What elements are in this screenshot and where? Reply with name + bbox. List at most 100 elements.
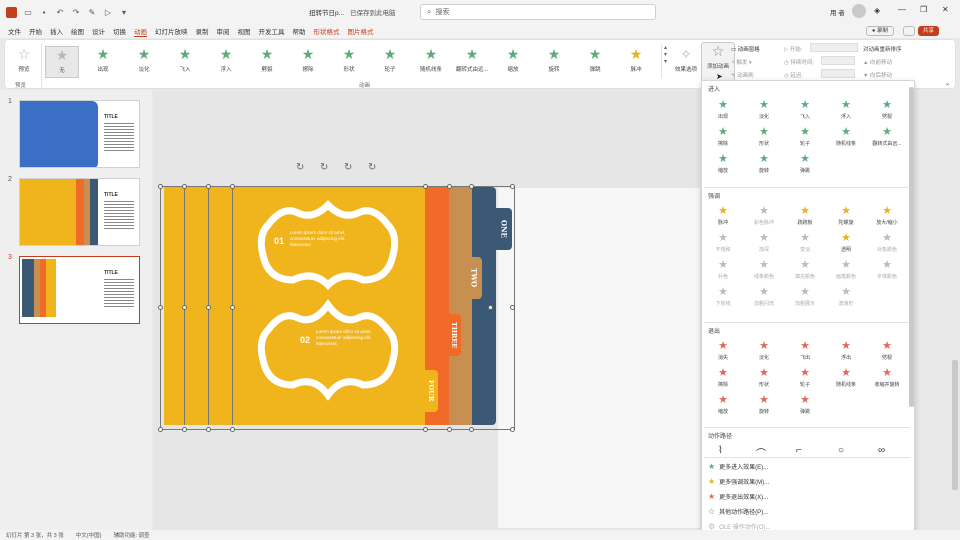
enter-effect-3[interactable]: ★ 浮入 [827, 99, 865, 125]
resize-handle[interactable] [206, 305, 211, 310]
gallery-effect-5[interactable]: ★ 劈裂 [250, 46, 284, 78]
emphasis-effect-3[interactable]: ★ 陀螺旋 [827, 205, 865, 231]
menu-home[interactable]: 开始 [29, 26, 42, 36]
enter-effect-4[interactable]: ★ 劈裂 [868, 99, 906, 125]
gallery-effect-9[interactable]: ★ 随机线条 [414, 46, 448, 78]
exit-effect-8[interactable]: ★ 随机线条 [827, 367, 865, 393]
resize-handle[interactable] [230, 184, 235, 189]
resize-handle[interactable] [206, 427, 211, 432]
lightbulb-icon[interactable]: ◈ [874, 6, 880, 15]
enter-effect-0[interactable]: ★ 出现 [704, 99, 742, 125]
exit-effect-7[interactable]: ★ 轮子 [786, 367, 824, 393]
menu-design[interactable]: 设计 [92, 26, 105, 36]
loop-path-icon[interactable]: ∞ [878, 445, 885, 456]
resize-handle[interactable] [158, 184, 163, 189]
resize-handle[interactable] [206, 184, 211, 189]
emphasis-effect-0[interactable]: ★ 脉冲 [704, 205, 742, 231]
move-later-button[interactable]: ▼ 向后移动 [863, 71, 892, 79]
more-motion-paths[interactable]: ☆ 其他动作路径(P)... [708, 507, 768, 516]
gallery-scroll[interactable]: ▴ ▾ ▾ [661, 44, 669, 78]
gallery-effect-2[interactable]: ★ 淡化 [127, 46, 161, 78]
enter-effect-7[interactable]: ★ 轮子 [786, 126, 824, 152]
menu-help[interactable]: 帮助 [293, 26, 306, 36]
save-icon[interactable]: ▪ [39, 7, 49, 17]
menu-developer[interactable]: 开发工具 [259, 26, 285, 36]
gallery-effect-12[interactable]: ★ 旋转 [537, 46, 571, 78]
gallery-effect-6[interactable]: ★ 擦除 [291, 46, 325, 78]
gallery-effect-11[interactable]: ★ 缩放 [496, 46, 530, 78]
exit-effect-3[interactable]: ★ 浮出 [827, 340, 865, 366]
user-name[interactable]: 用 者 [830, 7, 845, 17]
resize-handle[interactable] [510, 305, 515, 310]
enter-effect-11[interactable]: ★ 旋转 [745, 153, 783, 179]
restore-button[interactable]: ❐ [920, 5, 927, 14]
effect-options-button[interactable]: ✧ 效果选项 [669, 46, 703, 78]
language[interactable]: 中文(中国) [76, 531, 102, 539]
customize-qat-icon[interactable]: ▾ [119, 7, 129, 17]
menu-record[interactable]: 录制 [196, 26, 209, 36]
resize-handle[interactable] [423, 427, 428, 432]
slide-thumbnail-3[interactable]: TITLE [19, 256, 140, 324]
menu-draw[interactable]: 绘图 [71, 26, 84, 36]
resize-handle[interactable] [510, 427, 515, 432]
enter-effect-5[interactable]: ★ 擦除 [704, 126, 742, 152]
enter-effect-6[interactable]: ★ 形状 [745, 126, 783, 152]
exit-effect-6[interactable]: ★ 形状 [745, 367, 783, 393]
more-exit-effects[interactable]: ★ 更多退出效果(X)... [708, 492, 768, 501]
menu-file[interactable]: 文件 [8, 26, 21, 36]
slide-thumbnail-1[interactable]: TITLE [19, 100, 140, 168]
menu-picture-format[interactable]: 图片格式 [348, 26, 374, 36]
resize-handle[interactable] [230, 305, 235, 310]
slide-thumbnail-2[interactable]: TITLE [19, 178, 140, 246]
animation-painter-button[interactable]: ✎ 动画刷 [731, 71, 754, 79]
duration-input[interactable] [821, 56, 855, 65]
resize-handle[interactable] [423, 184, 428, 189]
pane-scrollbar[interactable] [909, 87, 914, 407]
exit-effect-9[interactable]: ★ 收缩并旋转 [868, 367, 906, 393]
rotate-handle-icon[interactable]: ↻ [344, 162, 352, 173]
exit-effect-5[interactable]: ★ 擦除 [704, 367, 742, 393]
gallery-effect-7[interactable]: ★ 形状 [332, 46, 366, 78]
record-button[interactable]: ● 录制 [866, 26, 894, 36]
resize-handle[interactable] [158, 427, 163, 432]
shape-path-icon[interactable]: ○ [838, 445, 844, 456]
gallery-effect-10[interactable]: ★ 翻转式由远... [455, 46, 489, 78]
accessibility-status[interactable]: 辅助功能: 调查 [113, 531, 149, 539]
delay-input[interactable] [821, 69, 855, 78]
resize-handle[interactable] [158, 305, 163, 310]
exit-effect-2[interactable]: ★ 飞出 [786, 340, 824, 366]
menu-animations[interactable]: 动画 [134, 26, 147, 37]
enter-effect-2[interactable]: ★ 飞入 [786, 99, 824, 125]
exit-effect-1[interactable]: ★ 淡化 [745, 340, 783, 366]
exit-effect-4[interactable]: ★ 劈裂 [868, 340, 906, 366]
menu-slideshow[interactable]: 幻灯片放映 [155, 26, 188, 36]
gallery-effect-0[interactable]: ★ 无 [45, 46, 79, 78]
start-select[interactable] [810, 43, 858, 52]
more-emphasis-effects[interactable]: ★ 更多强调效果(M)... [708, 477, 769, 486]
slide-canvas[interactable]: ONE TWO THREE FOUR 01 Lorem ipsum dolor … [153, 90, 700, 530]
exit-effect-11[interactable]: ★ 旋转 [745, 394, 783, 420]
minimize-button[interactable]: — [898, 5, 906, 14]
gallery-effect-13[interactable]: ★ 弹跳 [578, 46, 612, 78]
redo-icon[interactable]: ↷ [71, 7, 81, 17]
enter-effect-8[interactable]: ★ 随机线条 [827, 126, 865, 152]
resize-handle[interactable] [510, 184, 515, 189]
close-button[interactable]: ✕ [942, 5, 949, 14]
enter-effect-1[interactable]: ★ 淡化 [745, 99, 783, 125]
start-from-beginning-icon[interactable]: ▷ [103, 7, 113, 17]
enter-effect-12[interactable]: ★ 弹跳 [786, 153, 824, 179]
gallery-effect-14[interactable]: ★ 脉冲 [619, 46, 653, 78]
preview-button[interactable]: ☆ 预览 [7, 46, 41, 78]
trigger-button[interactable]: ⚡ 触发 ▾ [731, 58, 752, 66]
search-box[interactable]: ⌕ 搜索 [420, 4, 656, 20]
line-path-icon[interactable]: ⌇ [718, 445, 723, 456]
menu-view[interactable]: 视图 [238, 26, 251, 36]
animation-pane-button[interactable]: ▭ 动画窗格 [731, 45, 760, 53]
resize-handle[interactable] [447, 184, 452, 189]
emphasis-effect-2[interactable]: ★ 跷跷板 [786, 205, 824, 231]
more-entrance-effects[interactable]: ★ 更多进入效果(E)... [708, 462, 768, 471]
share-button[interactable]: 共享 [918, 26, 940, 36]
resize-handle[interactable] [182, 305, 187, 310]
exit-effect-12[interactable]: ★ 弹跳 [786, 394, 824, 420]
gallery-effect-1[interactable]: ★ 出现 [86, 46, 120, 78]
